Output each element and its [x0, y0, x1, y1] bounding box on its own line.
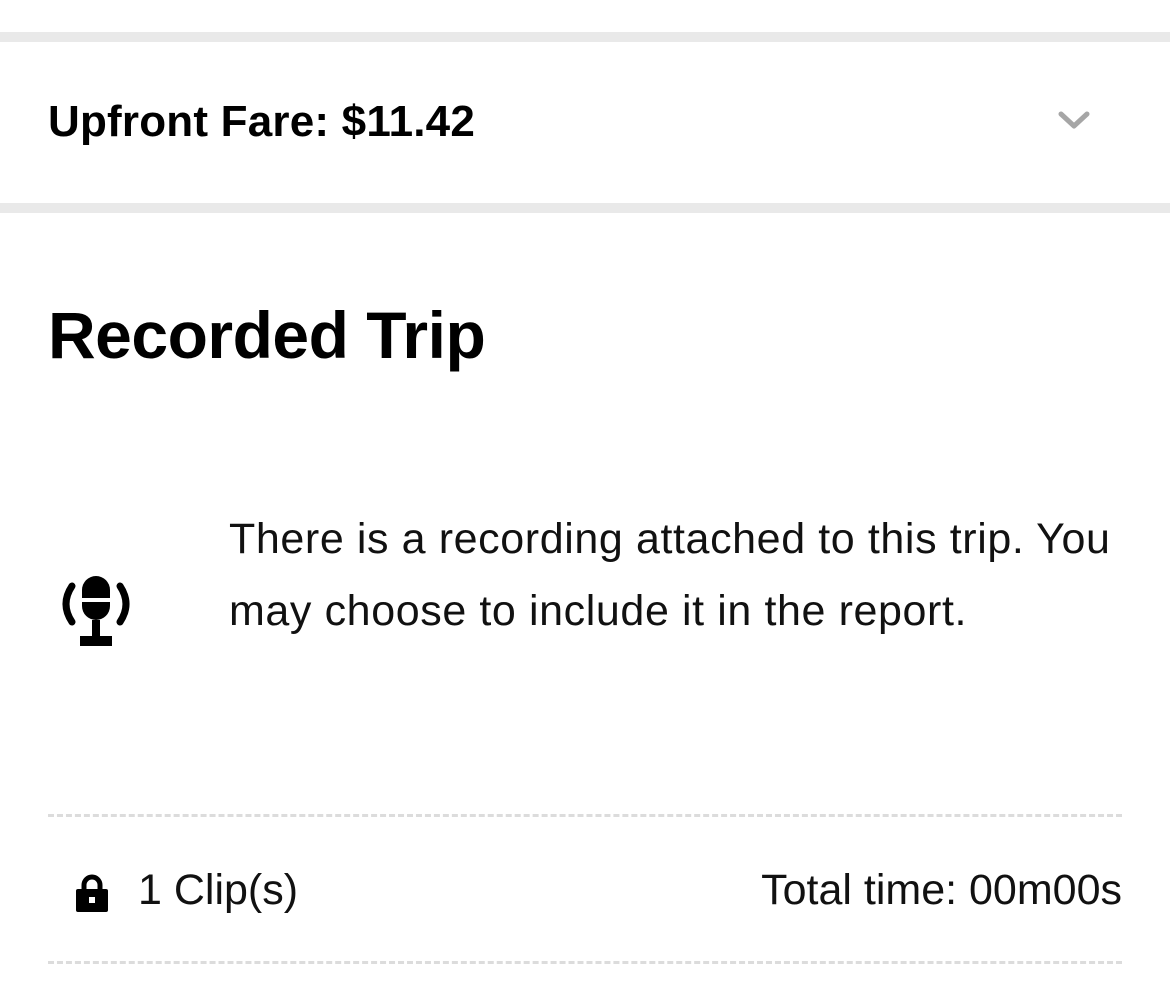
upfront-fare-label: Upfront Fare: $11.42 — [48, 97, 476, 146]
microphone-recording-icon — [62, 576, 130, 646]
recorded-trip-title: Recorded Trip — [48, 298, 486, 372]
clips-row: 1 Clip(s) Total time: 00m00s — [48, 840, 1122, 940]
dashed-divider — [48, 814, 1122, 817]
section-divider-mid — [0, 203, 1170, 213]
chevron-down-icon[interactable] — [1056, 108, 1092, 132]
recording-description: There is a recording attached to this tr… — [229, 515, 1111, 635]
section-divider-top — [0, 32, 1170, 42]
clip-count-label: 1 Clip(s) — [138, 866, 299, 914]
lock-icon — [76, 874, 108, 912]
dashed-divider-bottom — [48, 961, 1122, 964]
total-time-label: Total time: 00m00s — [761, 866, 1122, 914]
